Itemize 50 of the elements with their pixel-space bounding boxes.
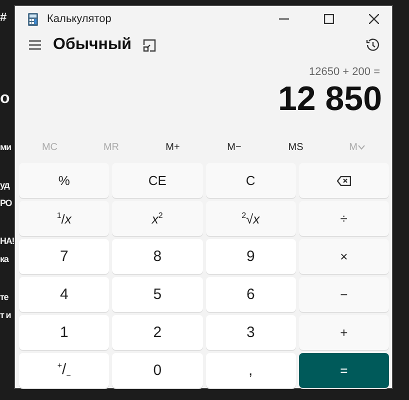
calculator-key[interactable]: C (206, 163, 296, 198)
mode-title: Обычный (53, 36, 132, 54)
keep-on-top-button[interactable] (141, 36, 158, 54)
background-text: о (0, 90, 10, 108)
calculator-key[interactable]: + (298, 315, 389, 350)
chevron-down-icon (358, 145, 366, 150)
calculator-key[interactable]: 0 (112, 353, 202, 388)
window-title: Калькулятор (47, 13, 112, 25)
calculator-key[interactable]: − (298, 277, 389, 312)
history-icon (366, 38, 380, 52)
calculator-key[interactable]: 4 (19, 277, 110, 312)
pin-window-icon (143, 38, 156, 52)
calculator-key[interactable]: × (298, 239, 389, 274)
calculator-key[interactable]: $^{+}$/$_{−}$ (19, 353, 110, 388)
background-text: # (0, 9, 7, 26)
result-display: 12 850 (277, 79, 383, 120)
backspace-icon (336, 176, 351, 186)
calculator-key[interactable]: $^{2}$√x (206, 201, 296, 236)
minimize-icon (279, 18, 289, 20)
background-text: те (0, 291, 8, 304)
calculator-key[interactable]: 7 (19, 239, 110, 274)
calculator-key[interactable]: 8 (112, 239, 202, 274)
calculator-key[interactable]: 5 (112, 277, 202, 312)
menu-icon (29, 40, 41, 50)
calculator-key[interactable]: ÷ (298, 201, 389, 236)
calculator-key[interactable]: 2 (112, 315, 202, 350)
maximize-icon (324, 14, 334, 24)
background-text: ка (0, 253, 8, 266)
memory-button[interactable]: MS (265, 136, 326, 159)
background-text: уд (0, 179, 10, 192)
background-text: НА! (0, 235, 14, 248)
menu-button[interactable] (27, 38, 43, 52)
calculator-key[interactable]: 1 (19, 315, 110, 350)
background-text: РО (0, 197, 12, 210)
calculator-key[interactable]: 9 (206, 239, 296, 274)
calculator-key[interactable]: , (206, 353, 296, 388)
calculator-key[interactable]: $^{1}$/x (19, 201, 110, 236)
memory-button[interactable]: M+ (142, 136, 204, 159)
calculator-icon (28, 12, 38, 26)
calculator-key[interactable]: CE (112, 163, 202, 198)
memory-button[interactable]: M− (204, 136, 265, 159)
close-icon (369, 14, 379, 24)
background-text: т и (0, 309, 11, 322)
calculator-key[interactable]: x$^{2}$ (112, 201, 202, 236)
calculator-key[interactable]: 3 (206, 315, 296, 350)
expression-text: 12650 + 200 = (308, 65, 381, 78)
calculator-key[interactable]: 6 (206, 277, 296, 312)
calculator-key[interactable]: % (19, 163, 110, 198)
equals-button[interactable]: = (298, 353, 389, 388)
background-text: ми (0, 141, 11, 154)
